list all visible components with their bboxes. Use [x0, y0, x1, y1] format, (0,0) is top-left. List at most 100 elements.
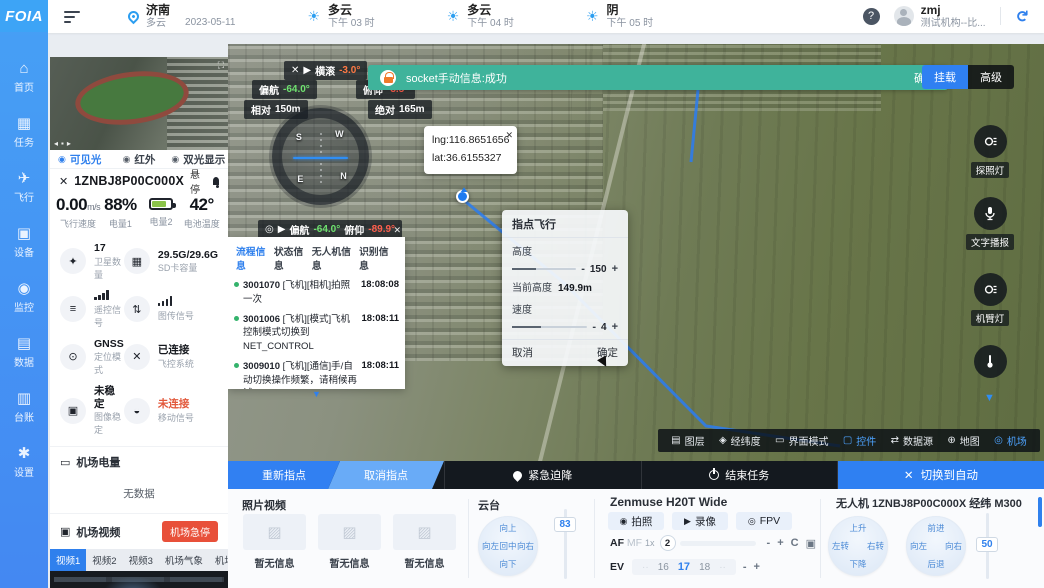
- gimbal-up-button[interactable]: 向上: [499, 522, 516, 534]
- backward-button[interactable]: 后退: [927, 558, 944, 570]
- gimbal-down-button[interactable]: 向下: [499, 558, 516, 570]
- gimbal-left-button[interactable]: 向左: [482, 540, 499, 552]
- tab-infrared[interactable]: ◉红外: [109, 152, 168, 167]
- yaw-left-button[interactable]: 左转: [832, 540, 849, 552]
- status-rc-signal: ≡遥控信号: [60, 290, 124, 329]
- home-icon[interactable]: ⌂: [980, 495, 987, 507]
- ascend-button[interactable]: 上升: [849, 522, 866, 534]
- photo-placeholder[interactable]: ▨: [243, 514, 306, 550]
- fpv-video-thumbnail[interactable]: ⛶ ◂▪▸: [50, 57, 228, 150]
- collapse-tools-icon[interactable]: ▼: [984, 392, 995, 404]
- toolbar-map[interactable]: ⊕地图: [947, 433, 979, 448]
- emergency-land-button[interactable]: 紧急迫降: [444, 461, 642, 489]
- flyto-cancel-button[interactable]: 取消: [512, 345, 533, 360]
- toolbar-layers[interactable]: ▤图层: [671, 433, 704, 448]
- sidebar-item-tasks[interactable]: ▦任务: [0, 105, 48, 160]
- microphone-icon[interactable]: [974, 197, 1007, 230]
- cancel-point-button[interactable]: 取消指点: [328, 461, 444, 489]
- toolbar-latlng[interactable]: ◈经纬度: [719, 433, 761, 448]
- move-right-button[interactable]: 向右: [945, 540, 962, 552]
- gimbal-center-button[interactable]: 回中: [499, 540, 516, 552]
- status-dot: [234, 282, 239, 287]
- sidebar-item-flight[interactable]: ✈飞行: [0, 160, 48, 215]
- tab-dock-weather[interactable]: 机场气象: [159, 549, 209, 571]
- drone-map-marker[interactable]: [456, 190, 469, 203]
- tab-visible-light[interactable]: ◉可见光: [50, 152, 109, 167]
- sidebar-item-home[interactable]: ⌂首页: [0, 50, 48, 105]
- payload-button[interactable]: 挂载: [922, 65, 968, 89]
- logout-icon[interactable]: ↻: [1011, 10, 1031, 23]
- zoom-plus-button[interactable]: +: [777, 537, 783, 549]
- ev-current[interactable]: 17: [678, 561, 690, 573]
- zoom-c-button[interactable]: C: [791, 537, 799, 549]
- altitude-plus-button[interactable]: +: [612, 263, 618, 275]
- tab-video1[interactable]: 视频1: [50, 549, 86, 571]
- thumb-controls-icon[interactable]: ◂▪▸: [54, 139, 74, 148]
- bell-icon[interactable]: [213, 177, 220, 185]
- socket-toast: socket手动信息:成功 确定: [368, 65, 948, 90]
- sidebar-item-data[interactable]: ▤数据: [0, 325, 48, 380]
- descend-button[interactable]: 下降: [849, 558, 866, 570]
- tab-recognition-info[interactable]: 识别信息: [359, 244, 397, 272]
- tab-dual-light[interactable]: ◉双光显示: [169, 152, 228, 167]
- ev-selector[interactable]: ·· 16 17 18 ··: [632, 559, 736, 575]
- zoom-slider[interactable]: [680, 541, 756, 546]
- tab-status-info[interactable]: 状态信息: [274, 244, 312, 272]
- speed-plus-button[interactable]: +: [612, 321, 618, 333]
- mf-label[interactable]: MF: [627, 537, 642, 549]
- spotlight-icon[interactable]: [974, 125, 1007, 158]
- satellite-icon: ✦: [60, 248, 86, 274]
- speed-slider[interactable]: [512, 326, 587, 328]
- end-task-button[interactable]: 结束任务: [642, 461, 839, 489]
- sidebar-item-monitor[interactable]: ◉监控: [0, 270, 48, 325]
- ev-plus-button[interactable]: +: [754, 561, 760, 573]
- toolbar-widgets[interactable]: ▢控件: [843, 433, 876, 448]
- forward-button[interactable]: 前进: [927, 522, 944, 534]
- gimbal-right-button[interactable]: 向右: [517, 540, 534, 552]
- arm-light-icon[interactable]: [974, 273, 1007, 306]
- zoom-handle[interactable]: 2: [660, 535, 676, 551]
- record-button[interactable]: ▶录像: [672, 512, 728, 530]
- af-label[interactable]: AF: [610, 537, 624, 549]
- thermometer-icon[interactable]: [974, 345, 1007, 378]
- fpv-button[interactable]: ◎FPV: [736, 512, 792, 530]
- sidebar-item-devices[interactable]: ▣设备: [0, 215, 48, 270]
- tab-drone-info[interactable]: 无人机信息: [312, 244, 359, 272]
- altitude-minus-button[interactable]: -: [581, 263, 585, 275]
- chevron-down-icon[interactable]: ▼: [228, 389, 405, 399]
- sidebar-item-ledger[interactable]: ▥台账: [0, 380, 48, 435]
- tab-video2[interactable]: 视频2: [86, 549, 122, 571]
- dock-video-feed[interactable]: [50, 571, 228, 588]
- altitude-slider[interactable]: [512, 268, 576, 270]
- photo-placeholder[interactable]: ▨: [393, 514, 456, 550]
- camera-icon: ◉: [171, 154, 179, 165]
- toolbar-ui-mode[interactable]: ▭界面模式: [775, 433, 828, 448]
- close-icon[interactable]: ✕: [393, 225, 401, 236]
- sidebar-item-settings[interactable]: ✱设置: [0, 435, 48, 490]
- close-icon[interactable]: ✕: [505, 128, 513, 143]
- map-canvas[interactable]: ✕▶横滚-3.0° 偏航-64.0° 俯仰-3.5° 相对150m 绝对165m…: [228, 44, 1044, 461]
- collapse-menu-icon[interactable]: [64, 11, 80, 23]
- panel-scrollbar[interactable]: [1038, 497, 1042, 527]
- repoint-button[interactable]: 重新指点: [228, 461, 340, 489]
- dock-estop-button[interactable]: 机场急停: [162, 521, 218, 542]
- switch-auto-button[interactable]: ✕切换到自动: [838, 461, 1044, 489]
- shoot-button[interactable]: ◉拍照: [608, 512, 664, 530]
- toolbar-dock[interactable]: ◎机场: [994, 433, 1027, 448]
- tab-process-info[interactable]: 流程信息: [236, 244, 274, 272]
- dock-video-icon: ▣: [60, 525, 70, 538]
- toolbar-datasource[interactable]: ⇄数据源: [891, 433, 933, 448]
- move-left-button[interactable]: 向左: [910, 540, 927, 552]
- help-icon[interactable]: ?: [863, 8, 880, 25]
- expand-icon[interactable]: ⛶: [218, 60, 224, 71]
- advanced-button[interactable]: 高级: [968, 65, 1014, 89]
- zoom-minus-button[interactable]: -: [767, 537, 771, 549]
- message-list[interactable]: 3001070 [飞机][相机]拍照一次18:08:08 3001006 [飞机…: [228, 277, 405, 389]
- tab-video3[interactable]: 视频3: [123, 549, 159, 571]
- yaw-right-button[interactable]: 右转: [867, 540, 884, 552]
- ev-minus-button[interactable]: -: [743, 561, 747, 573]
- speed-minus-button[interactable]: -: [592, 321, 596, 333]
- photo-placeholder[interactable]: ▨: [318, 514, 381, 550]
- user-menu[interactable]: zmj测试机构--比...: [894, 4, 986, 29]
- frame-icon[interactable]: ▣: [806, 537, 816, 550]
